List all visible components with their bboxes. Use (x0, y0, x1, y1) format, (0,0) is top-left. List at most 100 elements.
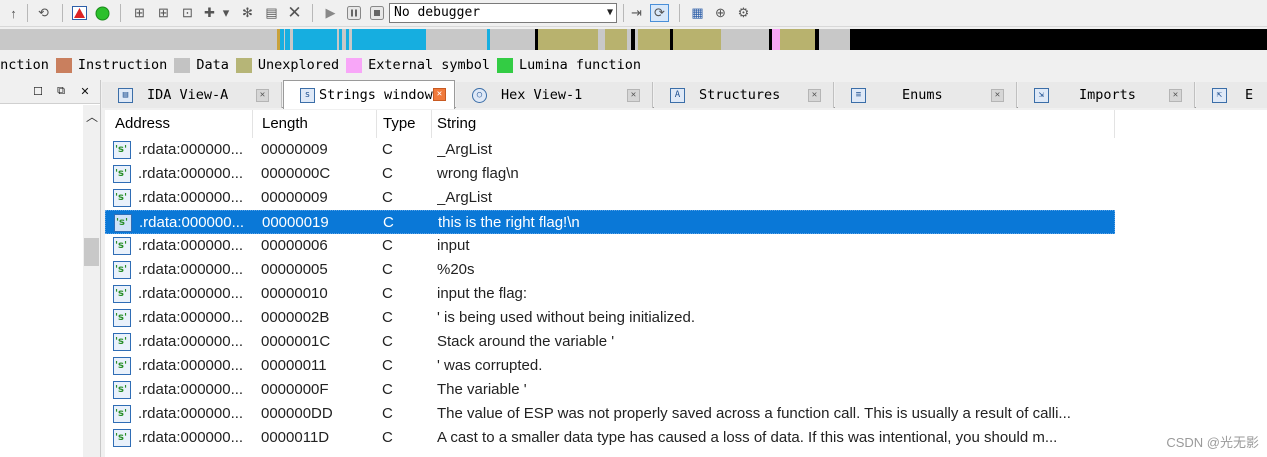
tab-exports[interactable]: ⇱ E (1196, 82, 1267, 108)
string-icon (113, 309, 131, 327)
table-row[interactable]: .rdata:000000... 0000000C Cwrong flag\n (105, 162, 1115, 186)
tab-enums[interactable]: ≡ Enums ✕ (835, 82, 1017, 108)
close-icon[interactable]: ✕ (1169, 89, 1182, 102)
close-icon[interactable]: ✕ (256, 89, 269, 102)
struct-icon[interactable]: ⊡ (178, 4, 197, 22)
cell-length: 000000DD (261, 405, 333, 422)
chevron-up-icon[interactable]: ︿ (86, 108, 98, 125)
close-icon[interactable]: ✕ (285, 3, 304, 22)
column-header-string[interactable]: String (432, 110, 1115, 138)
cell-type: C (382, 429, 393, 446)
legend-swatch (174, 57, 191, 73)
table-row[interactable]: .rdata:000000... 00000006 Cinput (105, 234, 1115, 258)
string-icon (113, 357, 131, 375)
cell-address: .rdata:000000... (138, 381, 244, 398)
table-body: .rdata:000000...00000009C_ArgList.rdata:… (105, 138, 1267, 450)
nav-segment (346, 29, 349, 50)
table-row[interactable]: .rdata:000000... 00000010 Cinput the flag: (105, 282, 1115, 306)
cell-address: .rdata:000000... (138, 141, 244, 158)
nav-segment (293, 29, 337, 50)
back-icon[interactable]: ↑ (4, 4, 23, 22)
strings-table: Address Length Type String .rdata:000000… (105, 110, 1267, 457)
run-green-icon[interactable] (93, 4, 112, 22)
image-icon[interactable]: ▤ (262, 4, 281, 22)
legend-item-data: Data (174, 57, 229, 73)
legend-item-function: unction (0, 57, 49, 73)
table-row[interactable]: .rdata:000000... 00000009 C _ArgList (105, 138, 1115, 162)
tab-strings-window[interactable]: s Strings window ✕ (283, 80, 455, 109)
nav-segment (339, 29, 342, 50)
string-icon (113, 333, 131, 351)
nav-segment (780, 29, 815, 50)
tab-hex-view-1[interactable]: ○ Hex View-1 ✕ (456, 82, 653, 108)
navigation-band[interactable] (0, 29, 1267, 50)
cell-string: Stack around the variable ' (437, 333, 615, 350)
tool-icon[interactable]: ⚙ (734, 4, 753, 22)
add-icon[interactable]: ✚ (200, 4, 219, 22)
stop-icon[interactable] (367, 4, 386, 22)
legend-label: Unexplored (257, 57, 340, 73)
legend-item-external-symbol: External symbol (346, 57, 490, 73)
cell-string: ' is being used without being initialize… (437, 309, 696, 326)
scrollbar-thumb[interactable] (84, 238, 99, 266)
dropdown-icon[interactable]: ▾ (220, 4, 232, 22)
table-row[interactable]: .rdata:000000... 0000002B C ' is being used… (105, 306, 1115, 330)
play-icon[interactable]: ▶ (321, 4, 340, 22)
separator (312, 4, 313, 22)
table-row[interactable]: .rdata:000000... 00000005 C %20s (105, 258, 1115, 282)
close-icon[interactable]: ✕ (627, 89, 640, 102)
exports-icon: ⇱ (1212, 87, 1227, 103)
cell-type: C (382, 357, 393, 374)
data-icon[interactable]: ⊞ (154, 4, 173, 22)
table-row[interactable]: .rdata:000000... 0000000F C The variable ' (105, 378, 1115, 402)
tab-label: Hex View-1 (501, 87, 583, 103)
cell-string: _ArgList (437, 141, 493, 158)
cell-type: C (383, 214, 394, 231)
nav-segment (673, 29, 721, 50)
code-icon[interactable]: ⊞ (130, 4, 149, 22)
close-icon[interactable]: ✕ (808, 89, 821, 102)
column-header-address[interactable]: Address (105, 110, 253, 138)
cell-address: .rdata:000000... (138, 261, 244, 278)
separator (679, 4, 680, 22)
table-row[interactable]: .rdata:000000... 0000001C C Stack around th… (105, 330, 1115, 354)
close-icon[interactable]: ✕ (433, 88, 446, 101)
float-icon[interactable]: ⧉ (54, 84, 68, 98)
graph-icon[interactable]: ▦ (688, 4, 707, 22)
close-icon[interactable]: ✕ (991, 89, 1004, 102)
breakpoint-icon[interactable] (70, 4, 89, 22)
cell-length: 00000019 (262, 214, 329, 231)
step-icon[interactable]: ⇥ (627, 4, 646, 22)
pause-icon[interactable] (344, 4, 363, 22)
vertical-scrollbar[interactable]: ︿ (83, 105, 100, 457)
attach-icon[interactable]: ⟳ (650, 4, 669, 22)
restore-icon[interactable]: ☐ (31, 84, 45, 98)
close-icon[interactable]: ✕ (78, 84, 92, 98)
nav-segment (280, 29, 284, 50)
table-row[interactable]: .rdata:000000... 00000009 C _ArgList (105, 186, 1115, 210)
table-row[interactable]: .rdata:000000... 00000011 C ' was corrupted… (105, 354, 1115, 378)
tab-structures[interactable]: A Structures ✕ (654, 82, 834, 108)
cell-type: C (382, 285, 393, 302)
column-header-type[interactable]: Type (377, 110, 432, 138)
pin-icon[interactable]: ⊕ (711, 4, 730, 22)
tab-imports[interactable]: ⇲ Imports ✕ (1018, 82, 1195, 108)
legend-label: unction (0, 57, 49, 73)
tab-label: Structures (699, 87, 781, 103)
cell-type: C (382, 381, 393, 398)
table-row[interactable]: .rdata:000000... 00000019 Cthis is the rig… (105, 210, 1115, 234)
nav-segment (815, 29, 819, 50)
debugger-select[interactable]: No debugger ▼ (389, 3, 617, 23)
table-row[interactable]: .rdata:000000... 000000DD C The value of ES… (105, 402, 1115, 426)
search-back-icon[interactable]: ⟲ (34, 4, 53, 22)
table-row[interactable]: .rdata:000000... 0000011D C A cast to a sma… (105, 426, 1115, 450)
cell-string: A cast to a smaller data type has caused… (437, 429, 1058, 446)
legend-item-unexplored: Unexplored (235, 57, 340, 73)
imports-icon: ⇲ (1034, 87, 1049, 103)
column-header-length[interactable]: Length (253, 110, 377, 138)
tab-ida-view-a[interactable]: ▤ IDA View-A ✕ (102, 82, 282, 108)
separator (623, 4, 624, 22)
cell-address: .rdata:000000... (138, 165, 244, 182)
cell-type: C (382, 405, 393, 422)
gear-icon[interactable]: ✻ (238, 4, 257, 22)
